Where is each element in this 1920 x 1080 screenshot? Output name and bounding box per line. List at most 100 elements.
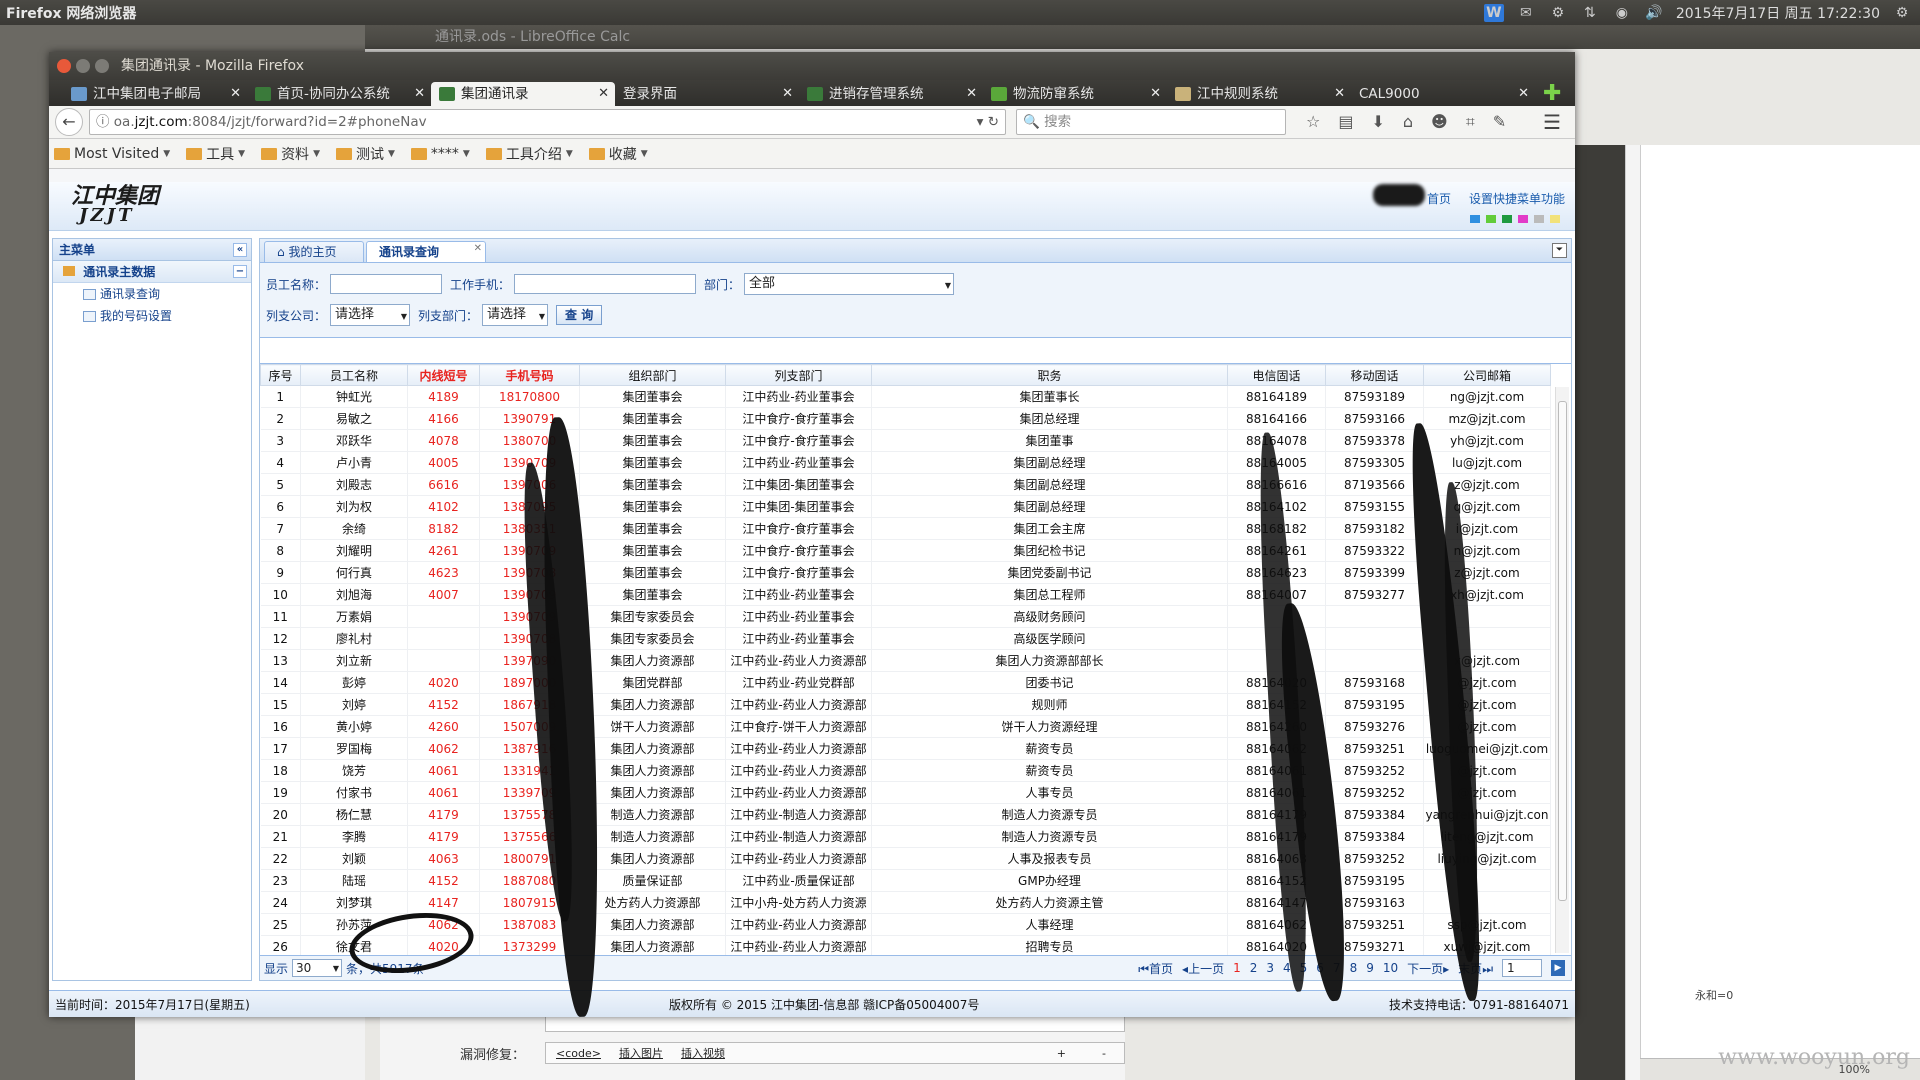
theme-swatch[interactable] [1486, 215, 1496, 223]
sidebar-group-directory[interactable]: 通讯录主数据 − [53, 261, 251, 283]
column-header[interactable]: 列支部门 [725, 364, 872, 386]
table-row[interactable]: 14彭婷40201897000集团党群部江中药业-药业党群部团委书记881640… [260, 671, 1551, 694]
close-tab-icon[interactable]: ✕ [598, 82, 609, 106]
browser-tab-cal9000[interactable]: CAL9000 ✕ [1351, 82, 1535, 106]
collapse-sidebar-icon[interactable]: « [233, 243, 247, 257]
employee-name-input[interactable] [330, 274, 443, 294]
browser-tab-inventory[interactable]: 进销存管理系统 ✕ [799, 82, 983, 106]
page-number-link[interactable]: 10 [1383, 961, 1398, 975]
tab-directory-query[interactable]: 通讯录查询 ✕ [366, 241, 486, 262]
spreadsheet-area[interactable] [1640, 145, 1920, 1080]
browser-tab-logistics[interactable]: 物流防窜系统 ✕ [983, 82, 1167, 106]
close-tab-icon[interactable]: ✕ [230, 82, 241, 106]
browser-tab-oa[interactable]: 首页-协同办公系统 ✕ [247, 82, 431, 106]
table-row[interactable]: 19 付家书 4061 1339709 集团人力资源部 江中药业-药业人力资源部 人事专员 8… [260, 781, 1551, 804]
column-header[interactable]: 员工名称 [300, 364, 408, 386]
search-input[interactable]: 🔍 搜索 [1016, 109, 1286, 135]
close-tab-icon[interactable]: ✕ [1150, 82, 1161, 106]
bookmark-test[interactable]: 测试 ▼ [335, 144, 395, 164]
downloads-icon[interactable]: ⬇ [1371, 112, 1384, 132]
table-row[interactable]: 22 刘颖 4063 1800791 集团人力资源部 江中药业-药业人力资源部 人事及报表专… [260, 847, 1551, 870]
column-header[interactable]: 组织部门 [579, 364, 726, 386]
go-page-icon[interactable]: ▶ [1551, 960, 1565, 976]
mail-icon[interactable]: ✉ [1516, 4, 1536, 22]
table-row[interactable]: 18饶芳40611331941集团人力资源部江中药业-药业人力资源部薪资专员88… [260, 759, 1551, 782]
grid-scrollbar[interactable] [1555, 387, 1569, 953]
table-row[interactable]: 3 邓跃华 4078 1380700 集团董事会 江中食疗-食疗董事会 集团董事 881640… [260, 429, 1551, 452]
table-row[interactable]: 11万素娟1390709集团专家委员会江中药业-药业董事会高级财务顾问 [260, 605, 1551, 628]
close-tab-icon[interactable]: ✕ [1518, 82, 1529, 106]
browser-tab-rules[interactable]: 江中规则系统 ✕ [1167, 82, 1351, 106]
browser-tab-login[interactable]: 登录界面 ✕ [615, 82, 799, 106]
wps-icon[interactable]: W [1483, 3, 1504, 22]
insert-image-button[interactable]: 插入图片 [619, 1045, 663, 1061]
next-page-link[interactable]: 下一页▸ [1407, 960, 1449, 977]
sheet-scrollbar[interactable] [1625, 145, 1640, 1080]
collapse-group-icon[interactable]: − [233, 265, 247, 278]
browser-tab-mail[interactable]: 江中集团电子邮局 ✕ [63, 82, 247, 106]
bookmark-tools[interactable]: 工具 ▼ [186, 144, 245, 164]
tab-my-home[interactable]: ⌂ 我的主页 [264, 241, 364, 262]
page-number-link[interactable]: 1 [1233, 961, 1241, 975]
column-header[interactable]: 序号 [260, 364, 301, 386]
table-row[interactable]: 12廖礼村1390708集团专家委员会江中药业-药业董事会高级医学顾问 [260, 627, 1551, 650]
network-icon[interactable]: ⇅ [1580, 4, 1600, 22]
page-number-link[interactable]: 8 [1350, 961, 1358, 975]
volume-icon[interactable]: 🔊 [1644, 4, 1664, 22]
reload-icon[interactable]: ▾ ↻ [977, 110, 999, 134]
site-info-icon[interactable]: ⓘ [96, 114, 110, 130]
table-row[interactable]: 2 易敏之 4166 1390791 集团董事会 江中食疗-食疗董事会 集团总经理 88164… [260, 407, 1551, 430]
power-gear-icon[interactable]: ⚙ [1892, 4, 1912, 22]
browser-tab-directory[interactable]: 集团通讯录 ✕ [431, 82, 615, 106]
shortcut-settings-link[interactable]: 设置快捷菜单功能 [1469, 190, 1565, 207]
window-maximize-button[interactable] [95, 59, 109, 73]
theme-swatch[interactable] [1518, 215, 1528, 223]
table-row[interactable]: 7余绮81821380351集团董事会江中食疗-食疗董事会集团工会主席88168… [260, 517, 1551, 540]
close-tab-icon[interactable]: ✕ [966, 82, 977, 106]
query-button[interactable]: 查 询 [556, 305, 603, 325]
settings-icon[interactable]: ⚙ [1548, 4, 1568, 22]
page-number-link[interactable]: 9 [1366, 961, 1374, 975]
table-row[interactable]: 6刘为权41021387095集团董事会江中集团-集团董事会集团副总经理8816… [260, 495, 1551, 518]
window-close-button[interactable] [57, 59, 71, 73]
sidebar-item-directory-query[interactable]: 通讯录查询 [53, 283, 251, 305]
bookmark-most-visited[interactable]: Most Visited ▼ [54, 146, 170, 162]
bookmark-star-icon[interactable]: ☆ [1306, 112, 1320, 132]
code-button[interactable]: <code> [556, 1047, 601, 1060]
expand-button[interactable]: + [1057, 1047, 1066, 1060]
table-row[interactable]: 16 黄小婷 4260 1507009 饼干人力资源部 江中食疗-饼干人力资源部 饼干人力资… [260, 715, 1551, 738]
table-row[interactable]: 20 杨仁慧 4179 1375578 制造人力资源部 江中药业-制造人力资源部 制造人力资… [260, 803, 1551, 826]
page-number-link[interactable]: 3 [1266, 961, 1274, 975]
bookmark-favorites[interactable]: 收藏 ▼ [588, 144, 648, 164]
pay-company-select[interactable]: 请选择 ▼ [330, 304, 411, 326]
theme-swatch[interactable] [1470, 215, 1480, 223]
theme-swatch[interactable] [1550, 215, 1560, 223]
column-header[interactable]: 公司邮箱 [1423, 364, 1551, 386]
bookmark-hidden[interactable]: **** ▼ [410, 146, 470, 162]
reading-list-icon[interactable]: ▤ [1338, 112, 1353, 132]
theme-swatch[interactable] [1502, 215, 1512, 223]
hamburger-menu-icon[interactable]: ☰ [1543, 110, 1561, 134]
table-row[interactable]: 23 陆瑶 4152 1887080 质量保证部 江中药业-质量保证部 GMP办经理 8816… [260, 869, 1551, 892]
first-page-link[interactable]: ⏮首页 [1138, 960, 1173, 977]
work-phone-input[interactable] [514, 274, 697, 294]
column-header[interactable]: 移动固话 [1325, 364, 1424, 386]
department-select[interactable]: 全部 ▼ [744, 273, 955, 295]
home-icon[interactable]: ⌂ [1403, 112, 1413, 132]
table-row[interactable]: 9何行真46231390708集团董事会江中食疗-食疗董事会集团党委副书记881… [260, 561, 1551, 584]
column-header[interactable]: 内线短号 [407, 364, 480, 386]
grid-scroll-thumb[interactable] [1558, 401, 1567, 901]
window-minimize-button[interactable] [76, 59, 90, 73]
chat-icon[interactable]: ☻ [1431, 112, 1448, 132]
column-header[interactable]: 手机号码 [479, 364, 580, 386]
home-link[interactable]: 首页 [1427, 190, 1451, 207]
insert-video-button[interactable]: 插入视频 [681, 1045, 725, 1061]
bookmark-tool-intro[interactable]: 工具介绍 ▼ [485, 144, 573, 164]
new-tab-icon[interactable]: ✚ [1543, 82, 1561, 106]
page-number-input[interactable]: 1 [1502, 959, 1542, 977]
table-row[interactable]: 5刘殿志66161397006集团董事会江中集团-集团董事会集团副总经理8816… [260, 473, 1551, 496]
shrink-button[interactable]: - [1102, 1047, 1106, 1060]
crop-icon[interactable]: ⌗ [1466, 112, 1475, 132]
page-number-link[interactable]: 2 [1250, 961, 1258, 975]
close-tab-icon[interactable]: ✕ [414, 82, 425, 106]
